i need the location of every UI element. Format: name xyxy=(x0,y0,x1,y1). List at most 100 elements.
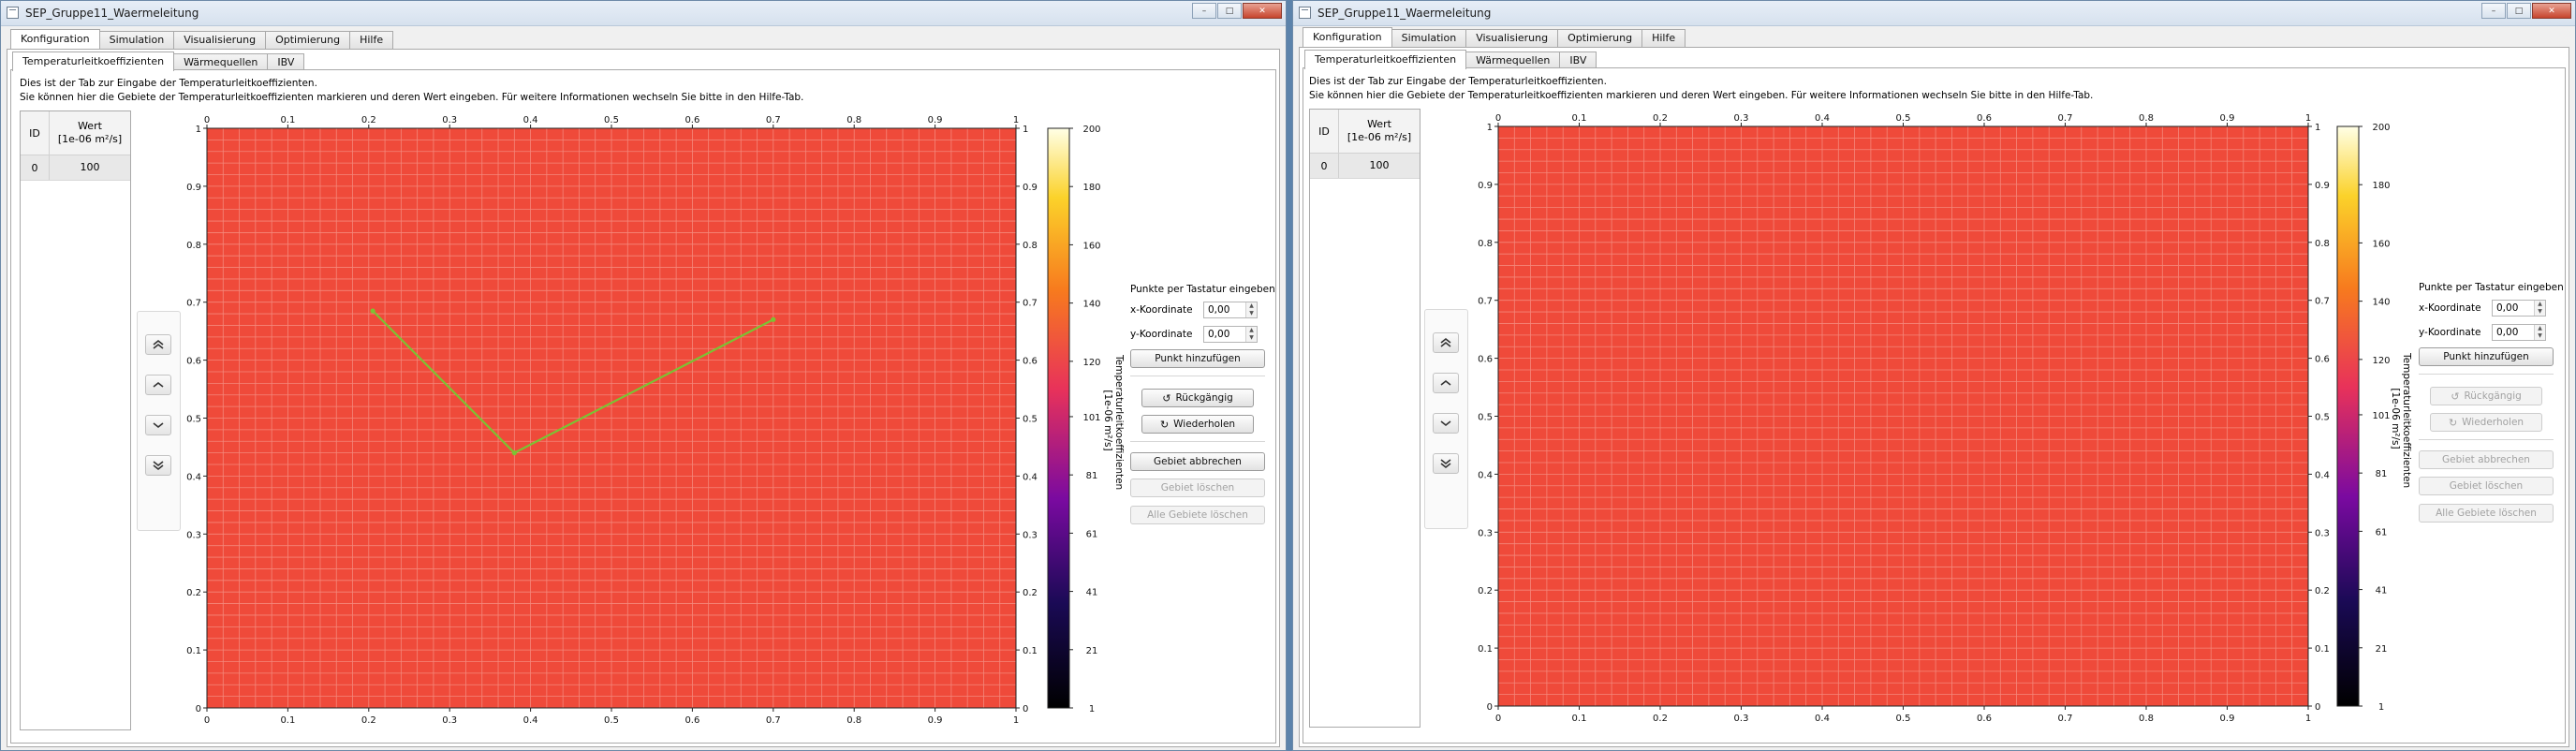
row-id-cell: 0 xyxy=(1310,154,1339,178)
title-bar: SEP_Gruppe11_Waermeleitung – □ ✕ xyxy=(1293,1,2575,26)
undo-label: Rückgängig xyxy=(2464,390,2522,402)
column-header-id[interactable]: ID xyxy=(21,111,50,155)
spin-up-icon[interactable]: ▲ xyxy=(1246,302,1257,310)
minimize-button[interactable]: – xyxy=(2481,3,2506,19)
move-bottom-button[interactable] xyxy=(1433,453,1459,474)
table-header: ID Wert [1e-06 m²/s] xyxy=(21,111,130,155)
y-coordinate-row: y-Koordinate 0,00 ▲ ▼ xyxy=(2419,324,2546,341)
tab-konfiguration[interactable]: Konfiguration xyxy=(10,29,100,49)
close-button[interactable]: ✕ xyxy=(1243,3,1282,19)
column-header-id[interactable]: ID xyxy=(1310,110,1339,153)
tab-konfiguration[interactable]: Konfiguration xyxy=(1303,27,1392,47)
tab-simulation[interactable]: Simulation xyxy=(98,31,175,49)
y-coordinate-spinbox[interactable]: 0,00 ▲ ▼ xyxy=(1203,326,1258,343)
double-chevron-down-icon xyxy=(153,461,164,471)
y-coordinate-value[interactable]: 0,00 xyxy=(1204,327,1245,342)
redo-button[interactable]: ↻ Wiederholen xyxy=(1141,415,1254,434)
column-header-value[interactable]: Wert [1e-06 m²/s] xyxy=(50,111,130,155)
move-down-button[interactable] xyxy=(145,415,171,435)
column-header-value[interactable]: Wert [1e-06 m²/s] xyxy=(1339,110,1420,153)
tab-optimierung[interactable]: Optimierung xyxy=(265,31,351,49)
column-header-value-line-1: Wert xyxy=(1367,118,1391,130)
redo-icon: ↻ xyxy=(2448,416,2458,429)
row-value-cell[interactable]: 100 xyxy=(1339,154,1420,178)
move-up-button[interactable] xyxy=(145,375,171,395)
row-value-cell[interactable]: 100 xyxy=(50,155,130,180)
cancel-area-button[interactable]: Gebiet abbrechen xyxy=(1130,452,1265,471)
y-coordinate-label: y-Koordinate xyxy=(2419,327,2481,338)
tab-temperaturleitkoeffizienten[interactable]: Temperaturleitkoeffizienten xyxy=(12,52,175,71)
table-header: ID Wert [1e-06 m²/s] xyxy=(1310,110,1420,154)
spin-down-icon[interactable]: ▼ xyxy=(2535,332,2545,340)
row-id-cell: 0 xyxy=(21,155,50,180)
undo-icon: ↺ xyxy=(2451,390,2460,403)
delete-area-button[interactable]: Gebiet löschen xyxy=(1130,479,1265,497)
move-top-button[interactable] xyxy=(145,334,171,355)
move-up-button[interactable] xyxy=(1433,373,1459,393)
delete-all-areas-button[interactable]: Alle Gebiete löschen xyxy=(1130,506,1265,524)
undo-button[interactable]: ↺ Rückgängig xyxy=(2430,387,2542,405)
maximize-button[interactable]: □ xyxy=(1217,3,1242,19)
undo-label: Rückgängig xyxy=(1175,392,1233,404)
double-chevron-down-icon xyxy=(1440,459,1451,469)
delete-area-button[interactable]: Gebiet löschen xyxy=(2419,477,2554,495)
separator xyxy=(1130,441,1265,442)
move-top-button[interactable] xyxy=(1433,332,1459,353)
tab-hilfe[interactable]: Hilfe xyxy=(1641,29,1686,47)
y-coordinate-row: y-Koordinate 0,00 ▲ ▼ xyxy=(1130,326,1258,343)
spin-up-icon[interactable]: ▲ xyxy=(2535,301,2545,308)
x-coordinate-value[interactable]: 0,00 xyxy=(1204,302,1245,317)
column-header-value-line-2: [1e-06 m²/s] xyxy=(57,133,123,145)
table-row[interactable]: 0 100 xyxy=(21,155,130,181)
tab-temperaturleitkoeffizienten[interactable]: Temperaturleitkoeffizienten xyxy=(1304,50,1467,69)
side-panel: Punkte per Tastatur eingeben x-Koordinat… xyxy=(2419,282,2564,535)
spin-up-icon[interactable]: ▲ xyxy=(2535,325,2545,332)
side-panel: Punkte per Tastatur eingeben x-Koordinat… xyxy=(1130,284,1275,537)
chevron-down-icon xyxy=(153,422,164,429)
move-bottom-button[interactable] xyxy=(145,455,171,476)
coefficient-table: ID Wert [1e-06 m²/s] 0 100 xyxy=(1309,109,1420,728)
main-tab-bar: Konfiguration Simulation Visualisierung … xyxy=(1303,27,1686,47)
tab-visualisierung[interactable]: Visualisierung xyxy=(173,31,267,49)
tab-hilfe[interactable]: Hilfe xyxy=(349,31,394,49)
x-coordinate-spinbox[interactable]: 0,00 ▲ ▼ xyxy=(1203,302,1258,318)
description-line-2: Sie können hier die Gebiete der Temperat… xyxy=(20,92,804,103)
minimize-button[interactable]: – xyxy=(1192,3,1216,19)
navigation-frame xyxy=(1424,309,1468,529)
move-down-button[interactable] xyxy=(1433,413,1459,434)
add-point-button[interactable]: Punkt hinzufügen xyxy=(2419,347,2554,366)
colorbar-label-line-2: [1e-06 m²/s] xyxy=(1102,390,1113,451)
x-coordinate-value[interactable]: 0,00 xyxy=(2493,301,2534,316)
undo-button[interactable]: ↺ Rückgängig xyxy=(1141,389,1254,407)
redo-button[interactable]: ↻ Wiederholen xyxy=(2430,413,2542,432)
y-coordinate-value[interactable]: 0,00 xyxy=(2493,325,2534,340)
chevron-up-icon xyxy=(1440,379,1451,386)
y-coordinate-spinbox[interactable]: 0,00 ▲ ▼ xyxy=(2492,324,2546,341)
sub-tab-panel xyxy=(10,69,1276,744)
coefficient-table: ID Wert [1e-06 m²/s] 0 100 xyxy=(20,110,131,730)
spin-down-icon[interactable]: ▼ xyxy=(1246,310,1257,317)
tab-simulation[interactable]: Simulation xyxy=(1391,29,1467,47)
description: Dies ist der Tab zur Eingabe der Tempera… xyxy=(1309,75,2093,103)
add-point-button[interactable]: Punkt hinzufügen xyxy=(1130,349,1265,368)
chevron-up-icon xyxy=(153,381,164,388)
x-coordinate-spinbox[interactable]: 0,00 ▲ ▼ xyxy=(2492,300,2546,317)
tab-optimierung[interactable]: Optimierung xyxy=(1557,29,1643,47)
double-chevron-up-icon xyxy=(153,339,164,349)
window-title: SEP_Gruppe11_Waermeleitung xyxy=(1317,7,1492,20)
app-window-1: SEP_Gruppe11_Waermeleitung – □ ✕ Konfigu… xyxy=(0,0,1287,751)
spin-up-icon[interactable]: ▲ xyxy=(1246,327,1257,334)
close-button[interactable]: ✕ xyxy=(2532,3,2571,19)
redo-label: Wiederholen xyxy=(1173,419,1236,430)
separator xyxy=(2419,374,2554,375)
redo-icon: ↻ xyxy=(1159,418,1170,431)
cancel-area-button[interactable]: Gebiet abbrechen xyxy=(2419,450,2554,469)
spin-down-icon[interactable]: ▼ xyxy=(2535,308,2545,316)
colorbar-label-line-1: Temperaturleitkoeffizienten xyxy=(2401,353,2412,489)
maximize-button[interactable]: □ xyxy=(2507,3,2531,19)
delete-all-areas-button[interactable]: Alle Gebiete löschen xyxy=(2419,504,2554,523)
sub-tab-panel xyxy=(1303,67,2566,744)
tab-visualisierung[interactable]: Visualisierung xyxy=(1465,29,1559,47)
spin-down-icon[interactable]: ▼ xyxy=(1246,334,1257,342)
table-row[interactable]: 0 100 xyxy=(1310,154,1420,179)
